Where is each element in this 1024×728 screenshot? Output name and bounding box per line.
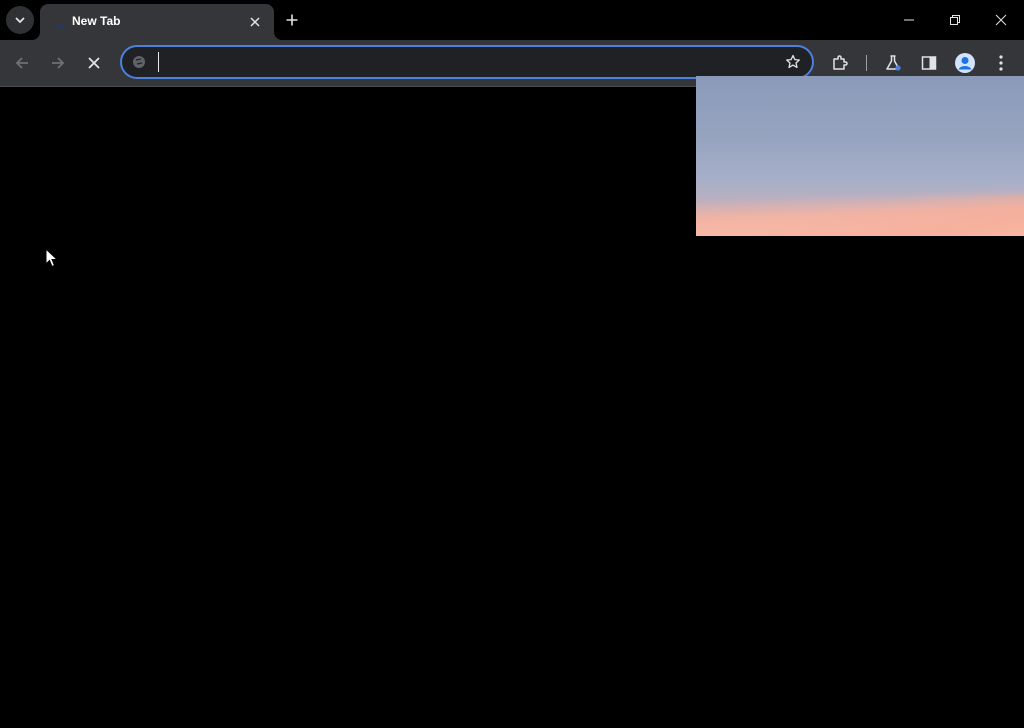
- back-button[interactable]: [8, 49, 36, 77]
- minimize-button[interactable]: [886, 0, 932, 40]
- site-info-icon: [133, 56, 145, 68]
- menu-button[interactable]: [988, 50, 1014, 76]
- sky-image-overlay: [696, 76, 1024, 236]
- text-caret: [158, 52, 159, 72]
- tab-new-tab[interactable]: New Tab: [40, 4, 274, 40]
- profile-button[interactable]: [952, 50, 978, 76]
- restore-icon: [950, 15, 960, 25]
- extensions-button[interactable]: [827, 50, 853, 76]
- arrow-right-icon: [52, 57, 65, 69]
- plus-icon: [286, 14, 298, 26]
- minimize-icon: [904, 19, 914, 21]
- close-icon: [995, 14, 1007, 26]
- close-icon: [88, 57, 100, 69]
- restore-button[interactable]: [932, 0, 978, 40]
- mouse-cursor-icon: [45, 248, 59, 268]
- stop-loading-button[interactable]: [80, 49, 108, 77]
- more-vertical-icon: [999, 55, 1003, 71]
- side-panel-icon: [921, 56, 937, 70]
- arrow-left-icon: [15, 57, 28, 69]
- tab-close-button[interactable]: [246, 13, 264, 31]
- bookmark-button[interactable]: [782, 51, 804, 73]
- tab-strip: New Tab: [0, 0, 1024, 40]
- puzzle-icon: [833, 55, 848, 70]
- star-icon: [786, 54, 800, 69]
- forward-button[interactable]: [44, 49, 72, 77]
- chevron-down-icon: [15, 17, 25, 24]
- flask-icon: [886, 55, 901, 71]
- close-icon: [250, 17, 260, 27]
- new-tab-favicon-icon: [55, 26, 65, 28]
- toolbar-separator: [866, 55, 867, 71]
- address-input[interactable]: [156, 50, 766, 74]
- close-window-button[interactable]: [978, 0, 1024, 40]
- tab-title: New Tab: [72, 14, 121, 28]
- tab-search-button[interactable]: [6, 6, 34, 34]
- labs-button[interactable]: [880, 50, 906, 76]
- address-bar[interactable]: [120, 45, 814, 79]
- new-tab-button[interactable]: [280, 8, 304, 32]
- side-panel-button[interactable]: [916, 50, 942, 76]
- avatar-icon: [955, 53, 975, 73]
